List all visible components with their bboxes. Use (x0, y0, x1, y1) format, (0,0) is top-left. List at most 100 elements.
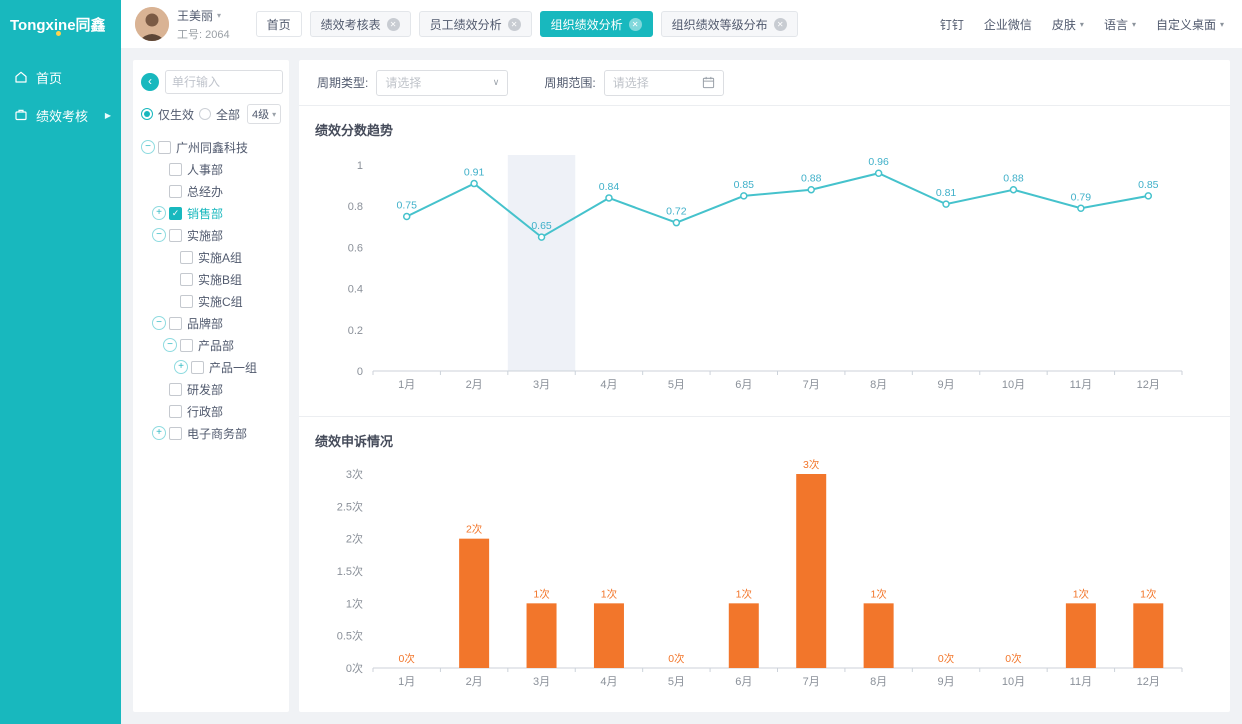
collapse-node-icon[interactable]: − (141, 140, 155, 154)
tree-node[interactable]: 实施B组 (141, 268, 283, 290)
tree-node[interactable]: 人事部 (141, 158, 283, 180)
node-checkbox[interactable] (180, 273, 193, 286)
radio-effective[interactable] (141, 108, 153, 120)
radio-all[interactable] (199, 108, 211, 120)
node-checkbox[interactable] (169, 317, 182, 330)
bar[interactable] (1066, 603, 1096, 668)
header-action-5[interactable]: 自定义桌面▾ (1156, 16, 1224, 33)
tab-4[interactable]: 组织绩效分析✕ (540, 11, 653, 37)
node-label[interactable]: 实施部 (187, 227, 223, 244)
tree-node[interactable]: − 品牌部 (141, 312, 283, 334)
node-label[interactable]: 行政部 (187, 403, 223, 420)
data-point[interactable] (404, 214, 410, 220)
bar[interactable] (527, 603, 557, 668)
level-select[interactable]: 4级 ▾ (247, 104, 281, 124)
node-checkbox[interactable] (169, 185, 182, 198)
node-checkbox[interactable] (169, 405, 182, 418)
data-point[interactable] (673, 220, 679, 226)
node-checkbox[interactable] (180, 339, 193, 352)
node-label[interactable]: 品牌部 (187, 315, 223, 332)
node-label[interactable]: 电子商务部 (187, 425, 247, 442)
node-checkbox[interactable] (169, 383, 182, 396)
line-chart-svg[interactable]: 00.20.40.60.811月2月3月4月5月6月7月8月9月10月11月12… (315, 143, 1210, 405)
period-type-select[interactable]: 请选择 ∨ (376, 70, 508, 96)
node-checkbox[interactable]: ✓ (169, 207, 182, 220)
data-point[interactable] (471, 181, 477, 187)
header-action-2[interactable]: 企业微信 (984, 16, 1032, 33)
bar[interactable] (864, 603, 894, 668)
header-action-1[interactable]: 钉钉 (940, 16, 964, 33)
data-point[interactable] (808, 187, 814, 193)
tree-node[interactable]: + 产品一组 (141, 356, 283, 378)
data-point[interactable] (943, 201, 949, 207)
collapse-panel-button[interactable]: ‹ (141, 73, 159, 91)
data-point[interactable] (539, 234, 545, 240)
tree-node[interactable]: 研发部 (141, 378, 283, 400)
data-point[interactable] (1145, 193, 1151, 199)
tree-node[interactable]: − 产品部 (141, 334, 283, 356)
tab-close-icon[interactable]: ✕ (387, 18, 400, 31)
radio-all-label[interactable]: 全部 (216, 106, 240, 123)
radio-effective-label[interactable]: 仅生效 (158, 106, 194, 123)
node-label[interactable]: 产品一组 (209, 359, 257, 376)
node-label[interactable]: 广州同鑫科技 (176, 139, 248, 156)
collapse-node-icon[interactable]: − (152, 228, 166, 242)
tab-5[interactable]: 组织绩效等级分布✕ (661, 11, 798, 37)
node-label[interactable]: 销售部 (187, 205, 223, 222)
node-label[interactable]: 研发部 (187, 381, 223, 398)
node-label[interactable]: 产品部 (198, 337, 234, 354)
sidebar-item-home[interactable]: 首页 (0, 58, 121, 96)
bar[interactable] (459, 539, 489, 668)
node-checkbox[interactable] (180, 295, 193, 308)
sidebar-item-label: 绩效考核 (36, 106, 88, 125)
collapse-node-icon[interactable]: − (152, 316, 166, 330)
tree-node[interactable]: 实施C组 (141, 290, 283, 312)
tree-node[interactable]: 总经办 (141, 180, 283, 202)
tree-node[interactable]: + 电子商务部 (141, 422, 283, 444)
tree-node[interactable]: +✓ 销售部 (141, 202, 283, 224)
data-point[interactable] (606, 195, 612, 201)
node-checkbox[interactable] (191, 361, 204, 374)
expand-node-icon[interactable]: + (152, 206, 166, 220)
avatar[interactable] (135, 7, 169, 41)
node-checkbox[interactable] (180, 251, 193, 264)
brand-logo[interactable]: Tongxine同鑫 (0, 0, 121, 48)
expand-node-icon[interactable]: + (174, 360, 188, 374)
tree-node[interactable]: 行政部 (141, 400, 283, 422)
tree-node[interactable]: 实施A组 (141, 246, 283, 268)
data-point[interactable] (1078, 205, 1084, 211)
node-label[interactable]: 实施C组 (198, 293, 243, 310)
header-action-3[interactable]: 皮肤▾ (1052, 16, 1084, 33)
node-checkbox[interactable] (158, 141, 171, 154)
tree-node[interactable]: − 广州同鑫科技 (141, 136, 283, 158)
tab-close-icon[interactable]: ✕ (508, 18, 521, 31)
tab-close-icon[interactable]: ✕ (774, 18, 787, 31)
period-range-picker[interactable]: 请选择 (604, 70, 724, 96)
node-checkbox[interactable] (169, 163, 182, 176)
bar[interactable] (729, 603, 759, 668)
sidebar-item-performance[interactable]: 绩效考核 ▶ (0, 96, 121, 134)
data-point[interactable] (1010, 187, 1016, 193)
bar-chart-svg[interactable]: 0次0.5次1次1.5次2次2.5次3次1月0次2月2次3月1次4月1次5月0次… (315, 454, 1210, 702)
tab-1[interactable]: 首页 (256, 11, 302, 37)
header-action-4[interactable]: 语言▾ (1104, 16, 1136, 33)
bar[interactable] (594, 603, 624, 668)
node-label[interactable]: 总经办 (187, 183, 223, 200)
node-checkbox[interactable] (169, 427, 182, 440)
data-point[interactable] (876, 170, 882, 176)
node-checkbox[interactable] (169, 229, 182, 242)
node-label[interactable]: 实施A组 (198, 249, 242, 266)
expand-node-icon[interactable]: + (152, 426, 166, 440)
collapse-node-icon[interactable]: − (163, 338, 177, 352)
tab-2[interactable]: 绩效考核表✕ (310, 11, 411, 37)
tab-3[interactable]: 员工绩效分析✕ (419, 11, 532, 37)
data-point[interactable] (741, 193, 747, 199)
user-info[interactable]: 王美丽 ▾ 工号: 2064 (177, 7, 230, 42)
node-label[interactable]: 人事部 (187, 161, 223, 178)
bar[interactable] (1133, 603, 1163, 668)
bar[interactable] (796, 474, 826, 668)
node-label[interactable]: 实施B组 (198, 271, 242, 288)
tree-search-input[interactable] (165, 70, 283, 94)
tree-node[interactable]: − 实施部 (141, 224, 283, 246)
tab-close-icon[interactable]: ✕ (629, 18, 642, 31)
